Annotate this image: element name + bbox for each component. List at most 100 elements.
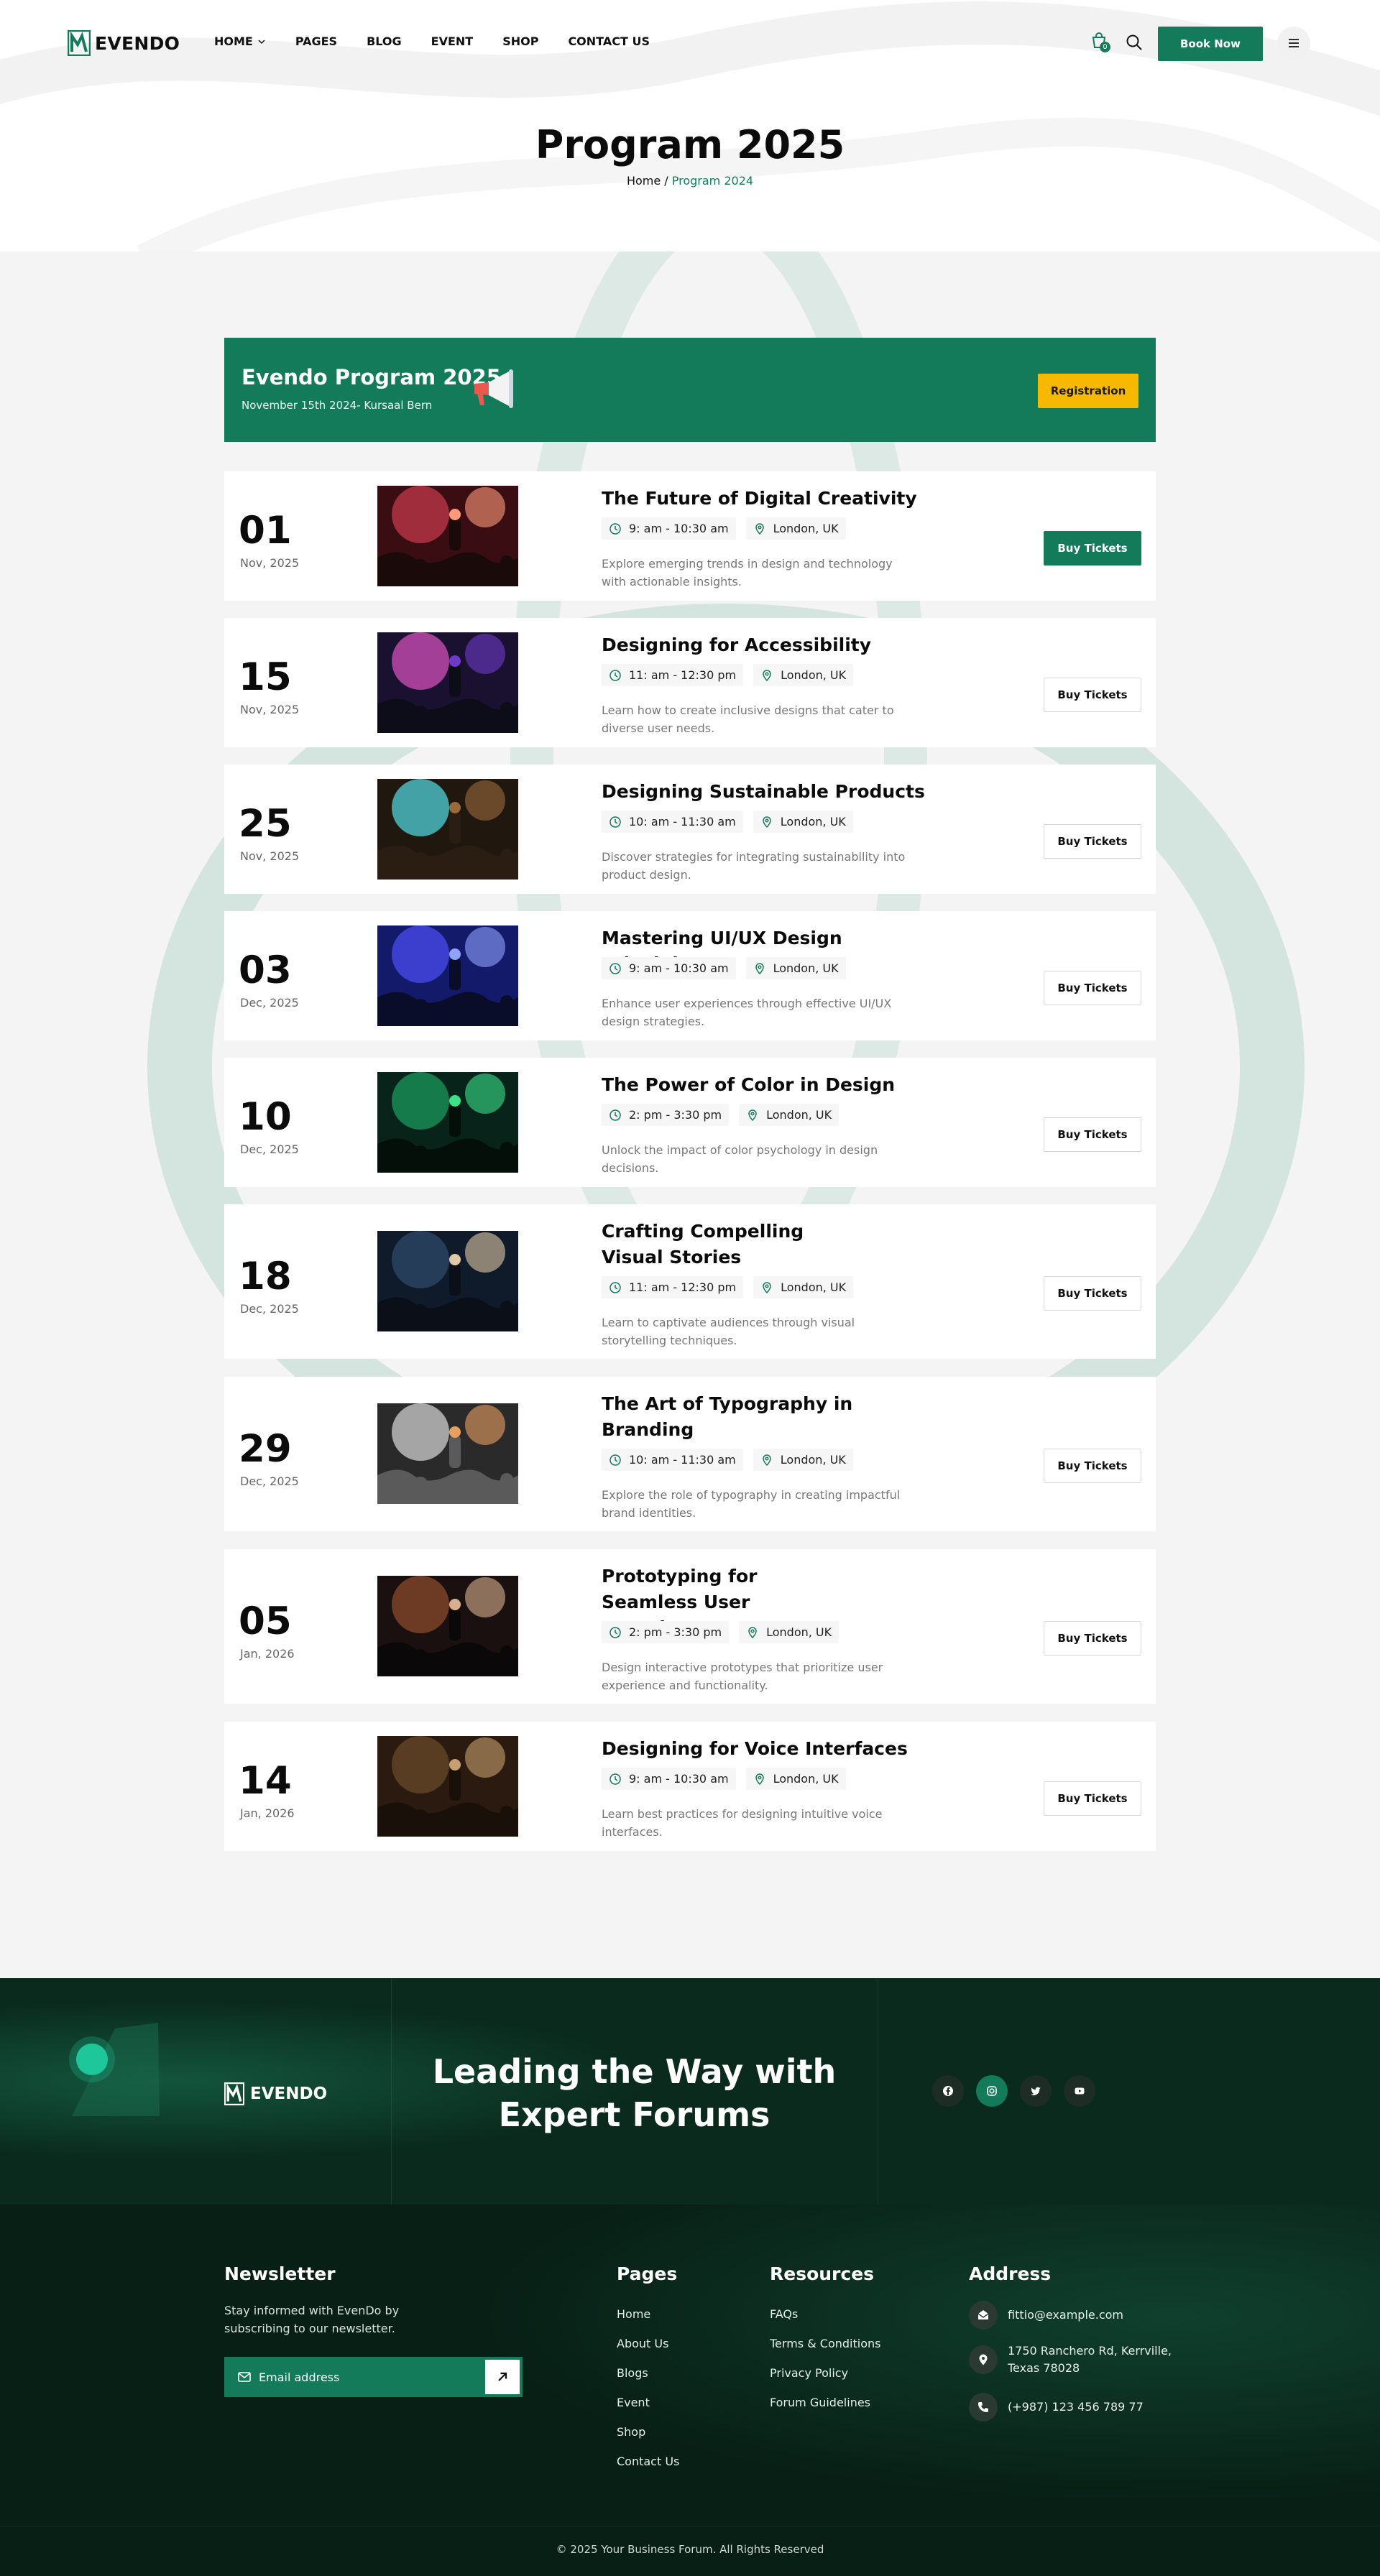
- event-time: 9: am - 10:30 am: [602, 517, 736, 540]
- event-photo: [377, 1231, 518, 1331]
- breadcrumb: Home / Program 2024: [0, 174, 1380, 188]
- book-now-button[interactable]: Book Now: [1158, 27, 1263, 61]
- banner-title: Evendo Program 2025: [242, 365, 501, 389]
- event-meta: 9: am - 10:30 am London, UK: [602, 517, 846, 540]
- twitter-icon: [1031, 2087, 1041, 2095]
- footer-logo[interactable]: EVENDO: [224, 2082, 327, 2105]
- buy-tickets-button[interactable]: Buy Tickets: [1044, 1781, 1141, 1816]
- location-pin-icon: [746, 1109, 759, 1122]
- youtube-link[interactable]: [1064, 2075, 1095, 2107]
- event-description: Discover strategies for integrating sust…: [602, 850, 906, 882]
- location-pin-icon: [753, 962, 766, 975]
- breadcrumb-current: Program 2024: [671, 174, 754, 188]
- event-card: 25 Nov, 2025 Designing Sustainable Produ…: [224, 765, 1156, 894]
- footer-link-faqs[interactable]: FAQs: [770, 2307, 880, 2321]
- footer-link-terms[interactable]: Terms & Conditions: [770, 2337, 880, 2350]
- event-location-text: London, UK: [780, 1453, 846, 1467]
- buy-tickets-button[interactable]: Buy Tickets: [1044, 531, 1141, 565]
- buy-tickets-button[interactable]: Buy Tickets: [1044, 971, 1141, 1005]
- clock-icon: [609, 1454, 622, 1467]
- pages-links: Home About Us Blogs Event Shop Contact U…: [617, 2307, 679, 2468]
- nav-contact-us[interactable]: CONTACT US: [568, 34, 650, 48]
- location-pin-icon: [753, 522, 766, 535]
- event-day: 14: [239, 1759, 292, 1803]
- nav-blog[interactable]: BLOG: [367, 34, 402, 48]
- subscribe-button[interactable]: [485, 2360, 520, 2394]
- event-photo: [377, 925, 518, 1026]
- event-card: 05 Jan, 2026 Prototyping for Seamless Us…: [224, 1549, 1156, 1704]
- resources-links: FAQs Terms & Conditions Privacy Policy F…: [770, 2307, 880, 2409]
- youtube-icon: [1075, 2087, 1085, 2095]
- nav-shop[interactable]: SHOP: [502, 34, 538, 48]
- footer-link-guidelines[interactable]: Forum Guidelines: [770, 2396, 880, 2409]
- nav-event[interactable]: EVENT: [431, 34, 474, 48]
- address-heading: Address: [969, 2263, 1052, 2284]
- event-location-text: London, UK: [781, 1280, 847, 1294]
- event-title[interactable]: Crafting Compelling Visual Stories: [602, 1219, 853, 1270]
- email-field[interactable]: Email address: [224, 2357, 523, 2397]
- location-pin-icon: [760, 1281, 773, 1294]
- footer-link-shop[interactable]: Shop: [617, 2425, 679, 2439]
- nav-pages[interactable]: PAGES: [295, 34, 337, 48]
- evendo-logo-icon: [68, 30, 91, 56]
- phone-icon: [969, 2393, 998, 2422]
- event-time-text: 11: am - 12:30 pm: [629, 668, 737, 682]
- search-icon[interactable]: [1125, 33, 1144, 52]
- footer-link-privacy[interactable]: Privacy Policy: [770, 2366, 880, 2380]
- event-day: 10: [239, 1095, 292, 1139]
- twitter-link[interactable]: [1020, 2075, 1052, 2107]
- cta-band: EVENDO Leading the Way with Expert Forum…: [0, 1978, 1380, 2205]
- contact-phone[interactable]: (+987) 123 456 789 77: [969, 2393, 1144, 2422]
- site-logo[interactable]: EVENDO: [68, 29, 180, 57]
- program-banner: Evendo Program 2025 November 15th 2024- …: [224, 338, 1156, 442]
- breadcrumb-home[interactable]: Home: [627, 174, 661, 188]
- event-month: Jan, 2026: [240, 1647, 295, 1661]
- event-location: London, UK: [745, 1768, 846, 1790]
- event-card: 03 Dec, 2025 Mastering UI/UX Design Prin…: [224, 911, 1156, 1040]
- event-title[interactable]: Designing for Voice Interfaces: [602, 1736, 947, 1762]
- hamburger-menu-button[interactable]: [1277, 27, 1310, 60]
- event-description: Enhance user experiences through effecti…: [602, 997, 892, 1028]
- event-location: London, UK: [739, 1621, 840, 1643]
- mail-icon: [238, 2372, 251, 2382]
- nav-home[interactable]: HOME: [214, 34, 266, 48]
- footer-link-about-us[interactable]: About Us: [617, 2337, 679, 2350]
- buy-tickets-button[interactable]: Buy Tickets: [1044, 824, 1141, 859]
- cart-count-badge: 0: [1100, 42, 1110, 52]
- event-title[interactable]: The Art of Typography in Branding: [602, 1391, 853, 1443]
- footer-link-contact-us[interactable]: Contact Us: [617, 2455, 679, 2468]
- chevron-down-icon: [258, 39, 265, 44]
- event-description: Explore emerging trends in design and te…: [602, 557, 893, 588]
- clock-icon: [609, 962, 622, 975]
- event-title[interactable]: The Future of Digital Creativity: [602, 486, 947, 512]
- event-time: 2: pm - 3:30 pm: [602, 1104, 730, 1126]
- event-meta: 11: am - 12:30 pm London, UK: [602, 1276, 854, 1298]
- contact-email[interactable]: fittio@example.com: [969, 2301, 1123, 2330]
- event-month: Jan, 2026: [240, 1806, 295, 1820]
- buy-tickets-button[interactable]: Buy Tickets: [1044, 1449, 1141, 1483]
- event-day: 18: [239, 1255, 292, 1298]
- facebook-link[interactable]: [932, 2075, 964, 2107]
- event-time: 2: pm - 3:30 pm: [602, 1621, 730, 1643]
- buy-tickets-button[interactable]: Buy Tickets: [1044, 1117, 1141, 1152]
- event-title[interactable]: Designing Sustainable Products: [602, 779, 947, 805]
- registration-button[interactable]: Registration: [1038, 374, 1138, 408]
- event-title[interactable]: The Power of Color in Design: [602, 1072, 947, 1098]
- buy-tickets-button[interactable]: Buy Tickets: [1044, 1621, 1141, 1656]
- instagram-link[interactable]: [976, 2075, 1008, 2107]
- event-location: London, UK: [753, 1449, 853, 1471]
- buy-tickets-button[interactable]: Buy Tickets: [1044, 1276, 1141, 1311]
- newsletter-text: Stay informed with EvenDo by subscribing…: [224, 2304, 400, 2335]
- copyright: © 2025 Your Business Forum. All Rights R…: [556, 2543, 824, 2556]
- event-description: Learn to captivate audiences through vis…: [602, 1316, 855, 1347]
- buy-tickets-button[interactable]: Buy Tickets: [1044, 678, 1141, 712]
- event-title[interactable]: Designing for Accessibility: [602, 632, 947, 658]
- footer-link-blogs[interactable]: Blogs: [617, 2366, 679, 2380]
- arrow-up-right-icon: [498, 2372, 507, 2381]
- footer-link-event[interactable]: Event: [617, 2396, 679, 2409]
- event-location-text: London, UK: [773, 522, 839, 535]
- contact-email-text: fittio@example.com: [1008, 2308, 1123, 2322]
- event-photo: [377, 486, 518, 586]
- footer-link-home[interactable]: Home: [617, 2307, 679, 2321]
- event-location: London, UK: [745, 957, 846, 979]
